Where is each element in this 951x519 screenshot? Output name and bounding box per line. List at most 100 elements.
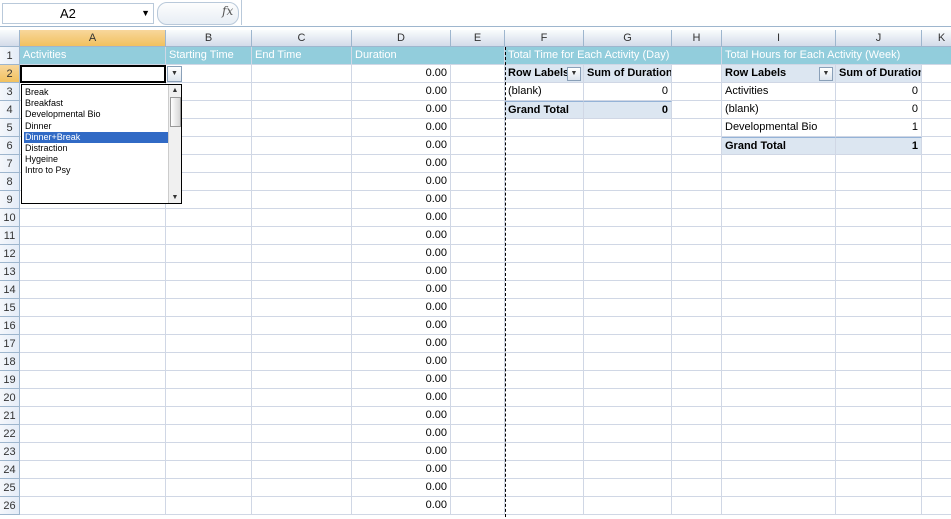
cell-g11[interactable] xyxy=(584,227,672,245)
cell-j24[interactable] xyxy=(836,461,922,479)
cell-h16[interactable] xyxy=(672,317,722,335)
duration-value[interactable]: 0.00 xyxy=(352,425,451,443)
cell-k2[interactable] xyxy=(922,65,951,83)
cell-h18[interactable] xyxy=(672,353,722,371)
cell-h3[interactable] xyxy=(672,83,722,101)
cell-g14[interactable] xyxy=(584,281,672,299)
cell-c23[interactable] xyxy=(252,443,352,461)
duration-value[interactable]: 0.00 xyxy=(352,281,451,299)
cell-a19[interactable] xyxy=(20,371,166,389)
cell-g7[interactable] xyxy=(584,155,672,173)
cell-b25[interactable] xyxy=(166,479,252,497)
cell-c14[interactable] xyxy=(252,281,352,299)
cell-i23[interactable] xyxy=(722,443,836,461)
cell-k4[interactable] xyxy=(922,101,951,119)
cell-g22[interactable] xyxy=(584,425,672,443)
cell-j20[interactable] xyxy=(836,389,922,407)
cell-i19[interactable] xyxy=(722,371,836,389)
cell-i15[interactable] xyxy=(722,299,836,317)
cell-e15[interactable] xyxy=(451,299,505,317)
cell-e26[interactable] xyxy=(451,497,505,515)
cell-c25[interactable] xyxy=(252,479,352,497)
column-header-k[interactable]: K xyxy=(922,30,951,47)
cell-g26[interactable] xyxy=(584,497,672,515)
duration-value[interactable]: 0.00 xyxy=(352,263,451,281)
row-header-22[interactable]: 22 xyxy=(0,425,20,443)
cell-h22[interactable] xyxy=(672,425,722,443)
cell-f7[interactable] xyxy=(505,155,584,173)
cell-g6[interactable] xyxy=(584,137,672,155)
pivot-day-row-label[interactable]: (blank) xyxy=(505,83,584,101)
cell-f10[interactable] xyxy=(505,209,584,227)
cell-j23[interactable] xyxy=(836,443,922,461)
cell-k15[interactable] xyxy=(922,299,951,317)
cell-i11[interactable] xyxy=(722,227,836,245)
duration-value[interactable]: 0.00 xyxy=(352,173,451,191)
cell-f22[interactable] xyxy=(505,425,584,443)
formula-input[interactable] xyxy=(241,0,951,25)
cell-c6[interactable] xyxy=(252,137,352,155)
cell-f20[interactable] xyxy=(505,389,584,407)
cell-k26[interactable] xyxy=(922,497,951,515)
cell-j12[interactable] xyxy=(836,245,922,263)
cell-k23[interactable] xyxy=(922,443,951,461)
duration-value[interactable]: 0.00 xyxy=(352,443,451,461)
duration-value[interactable]: 0.00 xyxy=(352,209,451,227)
cell-h8[interactable] xyxy=(672,173,722,191)
pivot-week-row-label[interactable]: Developmental Bio xyxy=(722,119,836,137)
row-header-16[interactable]: 16 xyxy=(0,317,20,335)
cell-a23[interactable] xyxy=(20,443,166,461)
row-header-1[interactable]: 1 xyxy=(0,47,20,65)
cell-k7[interactable] xyxy=(922,155,951,173)
row-header-17[interactable]: 17 xyxy=(0,335,20,353)
cell-f14[interactable] xyxy=(505,281,584,299)
row-header-20[interactable]: 20 xyxy=(0,389,20,407)
cell-b26[interactable] xyxy=(166,497,252,515)
duration-value[interactable]: 0.00 xyxy=(352,83,451,101)
row-header-9[interactable]: 9 xyxy=(0,191,20,209)
row-header-21[interactable]: 21 xyxy=(0,407,20,425)
validation-dropdown-arrow-icon[interactable]: ▼ xyxy=(167,66,182,82)
scroll-up-arrow-icon[interactable]: ▲ xyxy=(169,85,181,96)
cell-b17[interactable] xyxy=(166,335,252,353)
cell-b11[interactable] xyxy=(166,227,252,245)
cell-c4[interactable] xyxy=(252,101,352,119)
cell-f16[interactable] xyxy=(505,317,584,335)
cell-g16[interactable] xyxy=(584,317,672,335)
cell-a13[interactable] xyxy=(20,263,166,281)
cell-k18[interactable] xyxy=(922,353,951,371)
pivot-day-grand-total-label[interactable]: Grand Total xyxy=(505,101,584,119)
cell-c10[interactable] xyxy=(252,209,352,227)
cell-h9[interactable] xyxy=(672,191,722,209)
cell-j9[interactable] xyxy=(836,191,922,209)
cell-i14[interactable] xyxy=(722,281,836,299)
validation-list[interactable]: Break Breakfast Developmental Bio Dinner Din… xyxy=(21,84,182,204)
column-header-f[interactable]: F xyxy=(505,30,584,47)
row-header-10[interactable]: 10 xyxy=(0,209,20,227)
list-option[interactable]: Dinner xyxy=(24,121,170,132)
cell-h13[interactable] xyxy=(672,263,722,281)
row-header-24[interactable]: 24 xyxy=(0,461,20,479)
cell-f12[interactable] xyxy=(505,245,584,263)
cell-e21[interactable] xyxy=(451,407,505,425)
cell-b23[interactable] xyxy=(166,443,252,461)
cell-e4[interactable] xyxy=(451,101,505,119)
cell-f21[interactable] xyxy=(505,407,584,425)
duration-value[interactable]: 0.00 xyxy=(352,101,451,119)
cell-f9[interactable] xyxy=(505,191,584,209)
cell-e18[interactable] xyxy=(451,353,505,371)
cell-i12[interactable] xyxy=(722,245,836,263)
cell-c17[interactable] xyxy=(252,335,352,353)
cell-h14[interactable] xyxy=(672,281,722,299)
cell-c19[interactable] xyxy=(252,371,352,389)
cell-c9[interactable] xyxy=(252,191,352,209)
row-header-7[interactable]: 7 xyxy=(0,155,20,173)
cell-g25[interactable] xyxy=(584,479,672,497)
cell-c7[interactable] xyxy=(252,155,352,173)
cell-i18[interactable] xyxy=(722,353,836,371)
cell-g13[interactable] xyxy=(584,263,672,281)
pivot-week-row-value[interactable]: 0 xyxy=(836,101,922,119)
cell-j14[interactable] xyxy=(836,281,922,299)
cell-i9[interactable] xyxy=(722,191,836,209)
cell-a12[interactable] xyxy=(20,245,166,263)
